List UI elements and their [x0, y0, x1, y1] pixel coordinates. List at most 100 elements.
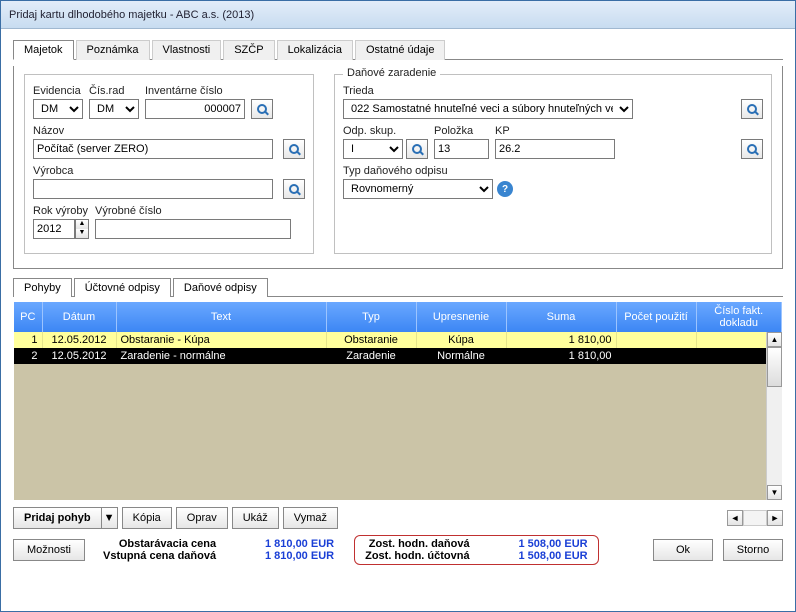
grid-body: 1 12.05.2012 Obstaranie - Kúpa Obstarani… [14, 332, 782, 500]
col-cfd[interactable]: Číslo fakt. dokladu [696, 302, 782, 332]
typodpisu-select[interactable]: Rovnomerný [343, 179, 493, 199]
scroll-thumb[interactable] [767, 347, 782, 387]
odpskup-lookup-button[interactable] [406, 139, 428, 159]
search-icon [257, 104, 267, 114]
hscroll-track[interactable] [743, 510, 767, 526]
lbl-invcislo: Inventárne číslo [145, 85, 245, 97]
subtab-uctovne[interactable]: Účtovné odpisy [74, 278, 171, 297]
moznosti-button[interactable]: Možnosti [13, 539, 85, 561]
titlebar: Pridaj kartu dlhodobého majetku - ABC a.… [1, 1, 795, 29]
invcislo-lookup-button[interactable] [251, 99, 273, 119]
pridaj-pohyb-dropdown[interactable]: ▼ [102, 507, 118, 529]
col-suma[interactable]: Suma [506, 302, 616, 332]
lbl-odpskup: Odp. skup. [343, 125, 428, 137]
search-icon [289, 144, 299, 154]
grid-vscroll[interactable]: ▲ ▼ [766, 332, 782, 500]
subtab-danove[interactable]: Daňové odpisy [173, 278, 268, 297]
spin-down-icon[interactable]: ▼ [76, 229, 88, 238]
pridaj-pohyb-button[interactable]: Pridaj pohyb [13, 507, 102, 529]
lbl-vyrobnecislo: Výrobné číslo [95, 205, 305, 217]
tab-ostatne[interactable]: Ostatné údaje [355, 40, 446, 60]
spin-up-icon[interactable]: ▲ [76, 220, 88, 229]
help-icon[interactable]: ? [497, 181, 513, 197]
cisrad-select[interactable]: DM [89, 99, 139, 119]
trieda-lookup-button[interactable] [741, 99, 763, 119]
rokvyroby-input[interactable] [33, 219, 75, 239]
vstup-value: 1 810,00 EUR [234, 550, 334, 562]
lbl-cisrad: Čís.rad [89, 85, 139, 97]
lbl-rokvyroby: Rok výroby [33, 205, 89, 217]
evidencia-select[interactable]: DM [33, 99, 83, 119]
scroll-left-icon[interactable]: ◄ [727, 510, 743, 526]
vyrobca-lookup-button[interactable] [283, 179, 305, 199]
grid-wrap: PC Dátum Text Typ Upresnenie Suma Počet … [13, 301, 783, 501]
polozka-input[interactable] [434, 139, 489, 159]
tab-szcp[interactable]: SZČP [223, 40, 274, 60]
window: Pridaj kartu dlhodobého majetku - ABC a.… [0, 0, 796, 612]
lbl-kp: KP [495, 125, 735, 137]
kp-lookup-button[interactable] [741, 139, 763, 159]
grid-hscroll[interactable]: ◄ ► [727, 510, 783, 526]
panel-left: Evidencia DM Čís.rad DM Inventárne číslo [24, 74, 314, 254]
zost-box: Zost. hodn. daňová 1 508,00 EUR Zost. ho… [354, 535, 599, 565]
obst-value: 1 810,00 EUR [234, 538, 334, 550]
col-pc[interactable]: PC [14, 302, 42, 332]
tab-poznamka[interactable]: Poznámka [76, 40, 150, 60]
col-pocet[interactable]: Počet použití [616, 302, 696, 332]
vyrobca-input[interactable] [33, 179, 273, 199]
tab-majetok[interactable]: Majetok [13, 40, 74, 60]
lbl-vyrobca: Výrobca [33, 165, 277, 177]
col-upresnenie[interactable]: Upresnenie [416, 302, 506, 332]
totals: Obstarávacia cena 1 810,00 EUR Vstupná c… [103, 538, 334, 562]
scroll-up-icon[interactable]: ▲ [767, 332, 782, 347]
ok-button[interactable]: Ok [653, 539, 713, 561]
vymaz-button[interactable]: Vymaž [283, 507, 338, 529]
zostd-label: Zost. hodn. daňová [365, 538, 470, 550]
lbl-typodpisu: Typ daňového odpisu [343, 165, 513, 177]
kp-input[interactable] [495, 139, 615, 159]
table-row[interactable]: 1 12.05.2012 Obstaranie - Kúpa Obstarani… [14, 332, 782, 348]
kopia-button[interactable]: Kópia [122, 507, 172, 529]
nazov-input[interactable] [33, 139, 273, 159]
lbl-nazov: Názov [33, 125, 277, 137]
tab-lokalizacia[interactable]: Lokalizácia [277, 40, 353, 60]
main-tabs: Majetok Poznámka Vlastnosti SZČP Lokaliz… [13, 39, 783, 60]
nazov-lookup-button[interactable] [283, 139, 305, 159]
zostu-label: Zost. hodn. účtovná [365, 550, 470, 562]
scroll-track[interactable] [767, 387, 782, 485]
subtabs: Pohyby Účtovné odpisy Daňové odpisy [13, 277, 783, 297]
col-datum[interactable]: Dátum [42, 302, 116, 332]
trieda-select[interactable]: 022 Samostatné hnuteľné veci a súbory hn… [343, 99, 633, 119]
lbl-evidencia: Evidencia [33, 85, 83, 97]
invcislo-input[interactable] [145, 99, 245, 119]
zostd-value: 1 508,00 EUR [488, 538, 588, 550]
tab-vlastnosti[interactable]: Vlastnosti [152, 40, 222, 60]
odpskup-select[interactable]: I [343, 139, 403, 159]
tab-body: Evidencia DM Čís.rad DM Inventárne číslo [13, 66, 783, 269]
obst-label: Obstarávacia cena [103, 538, 216, 550]
footer: Možnosti Obstarávacia cena 1 810,00 EUR … [13, 535, 783, 565]
col-typ[interactable]: Typ [326, 302, 416, 332]
zostu-value: 1 508,00 EUR [488, 550, 588, 562]
search-icon [289, 184, 299, 194]
storno-button[interactable]: Storno [723, 539, 783, 561]
col-text[interactable]: Text [116, 302, 326, 332]
lbl-polozka: Položka [434, 125, 489, 137]
search-icon [747, 104, 757, 114]
vstup-label: Vstupná cena daňová [103, 550, 216, 562]
scroll-down-icon[interactable]: ▼ [767, 485, 782, 500]
grid-header: PC Dátum Text Typ Upresnenie Suma Počet … [14, 302, 782, 332]
panel-right-title: Daňové zaradenie [343, 67, 440, 79]
panel-right: Daňové zaradenie Trieda 022 Samostatné h… [334, 74, 772, 254]
ukaz-button[interactable]: Ukáž [232, 507, 279, 529]
subtab-pohyby[interactable]: Pohyby [13, 278, 72, 297]
vyrobnecislo-input[interactable] [95, 219, 291, 239]
rokvyroby-spinner[interactable]: ▲ ▼ [75, 219, 89, 239]
grid-toolbar: Pridaj pohyb ▼ Kópia Oprav Ukáž Vymaž ◄ … [13, 505, 783, 531]
lbl-trieda: Trieda [343, 85, 735, 97]
window-title: Pridaj kartu dlhodobého majetku - ABC a.… [9, 9, 254, 21]
oprav-button[interactable]: Oprav [176, 507, 228, 529]
table-row[interactable]: 2 12.05.2012 Zaradenie - normálne Zarade… [14, 348, 782, 364]
content: Majetok Poznámka Vlastnosti SZČP Lokaliz… [1, 29, 795, 609]
scroll-right-icon[interactable]: ► [767, 510, 783, 526]
